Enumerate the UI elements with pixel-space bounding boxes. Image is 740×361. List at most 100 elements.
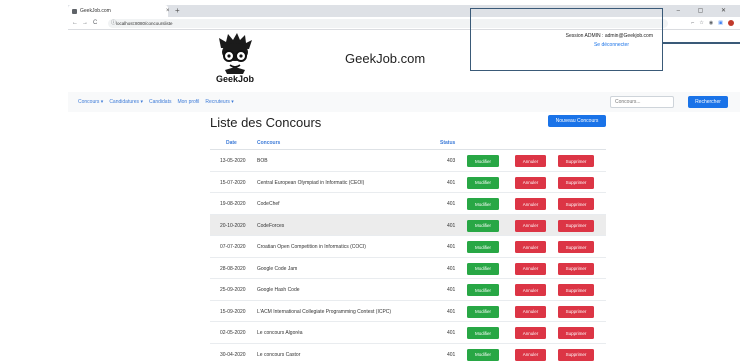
- table-row: 20-10-2020 CodeForces 401 Modifier Annuler Su…: [210, 214, 606, 236]
- translate-icon[interactable]: ▣: [718, 17, 728, 30]
- cancel-button[interactable]: Annuler: [515, 176, 546, 189]
- modify-button[interactable]: Modifier: [467, 284, 499, 296]
- cancel-button[interactable]: Annuler: [515, 305, 546, 318]
- column-header-status[interactable]: Status: [440, 140, 455, 146]
- extension-icon[interactable]: ◉: [709, 17, 718, 30]
- table-row: 19-08-2020 CodeChef 401 Modifier Annuler Supp…: [210, 193, 606, 215]
- star-icon[interactable]: ☆: [699, 17, 708, 30]
- row-status: 401: [447, 330, 456, 336]
- profile-avatar[interactable]: [728, 19, 734, 26]
- row-status: 401: [447, 201, 456, 207]
- row-concours-name: Central European Olympiad in Informatic …: [257, 179, 365, 186]
- column-header-date[interactable]: Date: [226, 140, 237, 146]
- url-text: localhost:8080/concoursliste: [116, 21, 173, 26]
- row-concours-name: CodeForces: [257, 222, 285, 229]
- delete-button[interactable]: Supprimer: [558, 305, 594, 318]
- geek-mascot-icon: [219, 33, 252, 74]
- row-status: 401: [447, 287, 456, 293]
- row-status: 401: [447, 244, 456, 250]
- delete-button[interactable]: Supprimer: [558, 219, 594, 232]
- extension-icons: ⌐☆◉▣: [691, 17, 734, 30]
- key-icon[interactable]: ⌐: [691, 17, 699, 30]
- cancel-button[interactable]: Annuler: [515, 284, 546, 296]
- column-header-concours[interactable]: Concours: [257, 140, 280, 146]
- info-icon: ⓘ: [111, 20, 117, 26]
- table-row: 15-07-2020 Central European Olympiad in I…: [210, 172, 606, 193]
- delete-button[interactable]: Supprimer: [558, 198, 594, 210]
- tab-close-icon[interactable]: ×: [166, 5, 170, 17]
- row-status: 401: [447, 351, 456, 358]
- nav-item-candidatures[interactable]: Candidatures ▾: [109, 99, 143, 105]
- row-concours-name: Google Code Jam: [257, 265, 298, 272]
- table-row: 25-09-2020 Google Hash Code 401 Modifier Ann…: [210, 279, 606, 301]
- cancel-button[interactable]: Annuler: [515, 155, 546, 167]
- delete-button[interactable]: Supprimer: [558, 262, 594, 275]
- delete-button[interactable]: Supprimer: [558, 327, 594, 339]
- row-concours-name: Google Hash Code: [257, 287, 300, 293]
- row-status: 401: [447, 222, 456, 229]
- modify-button[interactable]: Modifier: [467, 176, 499, 189]
- row-concours-name: Croatian Open Competition in Informatics…: [257, 244, 366, 250]
- tab-title: GeekJob.com: [80, 8, 111, 14]
- new-concours-button[interactable]: Nouveau Concours: [548, 115, 606, 127]
- nav-item-candidats[interactable]: Candidats: [149, 99, 172, 105]
- modify-button[interactable]: Modifier: [467, 219, 499, 232]
- modify-button[interactable]: Modifier: [467, 241, 499, 253]
- page-title: Liste des Concours: [210, 115, 322, 130]
- modify-button[interactable]: Modifier: [467, 155, 499, 167]
- cancel-button[interactable]: Annuler: [515, 198, 546, 210]
- modify-button[interactable]: Modifier: [467, 327, 499, 339]
- table-row: 15-09-2020 L'ACM International Collegiate…: [210, 301, 606, 322]
- row-date: 07-07-2020: [220, 244, 246, 250]
- window-controls[interactable]: – ▢ ✕: [677, 5, 734, 17]
- modify-button[interactable]: Modifier: [467, 348, 499, 361]
- site-logo[interactable]: GeekJob: [213, 32, 257, 90]
- row-concours-name: L'ACM International Collegiate Programmi…: [257, 308, 392, 315]
- row-date: 13-05-2020: [220, 158, 246, 164]
- logout-link[interactable]: Se déconnecter: [471, 42, 661, 48]
- nav-menu: Concours ▾ Candidatures ▾ Candidats Mon …: [78, 92, 234, 112]
- modify-button[interactable]: Modifier: [467, 262, 499, 275]
- row-date: 25-09-2020: [220, 287, 246, 293]
- site-name: GeekJob.com: [345, 51, 426, 66]
- browser-tab[interactable]: GeekJob.com: [68, 5, 168, 17]
- modify-button[interactable]: Modifier: [467, 198, 499, 210]
- delete-button[interactable]: Supprimer: [558, 155, 594, 167]
- back-icon[interactable]: ←: [72, 17, 78, 30]
- row-date: 15-07-2020: [220, 179, 246, 186]
- table-row: 30-04-2020 Le concours Castor 401 Modifier A…: [210, 344, 606, 361]
- cancel-button[interactable]: Annuler: [515, 219, 546, 232]
- row-status: 403: [447, 158, 456, 164]
- nav-item-concours[interactable]: Concours ▾: [78, 99, 103, 105]
- nav-item-recruteurs[interactable]: Recruteurs ▾: [205, 99, 233, 105]
- row-concours-name: CodeChef: [257, 201, 280, 207]
- reload-icon[interactable]: C: [93, 17, 97, 30]
- delete-button[interactable]: Supprimer: [558, 284, 594, 296]
- row-date: 15-09-2020: [220, 308, 246, 315]
- cancel-button[interactable]: Annuler: [515, 327, 546, 339]
- table-row: 02-05-2020 Le concours Algoréa 401 Modifier…: [210, 322, 606, 344]
- search-input[interactable]: [610, 96, 674, 108]
- cancel-button[interactable]: Annuler: [515, 348, 546, 361]
- row-status: 401: [447, 265, 456, 272]
- delete-button[interactable]: Supprimer: [558, 348, 594, 361]
- new-tab-button[interactable]: +: [175, 5, 180, 17]
- search-button[interactable]: Rechercher: [688, 96, 728, 108]
- row-date: 02-05-2020: [220, 330, 246, 336]
- modify-button[interactable]: Modifier: [467, 305, 499, 318]
- cancel-button[interactable]: Annuler: [515, 262, 546, 275]
- logo-text: GeekJob: [215, 74, 255, 84]
- forward-icon[interactable]: →: [82, 17, 88, 30]
- main-navbar: Concours ▾ Candidatures ▾ Candidats Mon …: [68, 92, 740, 112]
- delete-button[interactable]: Supprimer: [558, 241, 594, 253]
- row-concours-name: BOB: [257, 158, 268, 164]
- table-row: 28-08-2020 Google Code Jam 401 Modifier Annu…: [210, 258, 606, 279]
- nav-item-mon-profil[interactable]: Mon profil: [177, 99, 199, 105]
- concours-table: Date Concours Status 13-05-2020 BOB 403 Mod…: [210, 136, 606, 361]
- row-concours-name: Le concours Castor: [257, 351, 301, 358]
- session-panel: Session ADMIN : admin@Geekjob.com Se déc…: [470, 8, 663, 71]
- cancel-button[interactable]: Annuler: [515, 241, 546, 253]
- row-concours-name: Le concours Algoréa: [257, 330, 303, 336]
- delete-button[interactable]: Supprimer: [558, 176, 594, 189]
- session-text: Session ADMIN : admin@Geekjob.com: [565, 33, 653, 39]
